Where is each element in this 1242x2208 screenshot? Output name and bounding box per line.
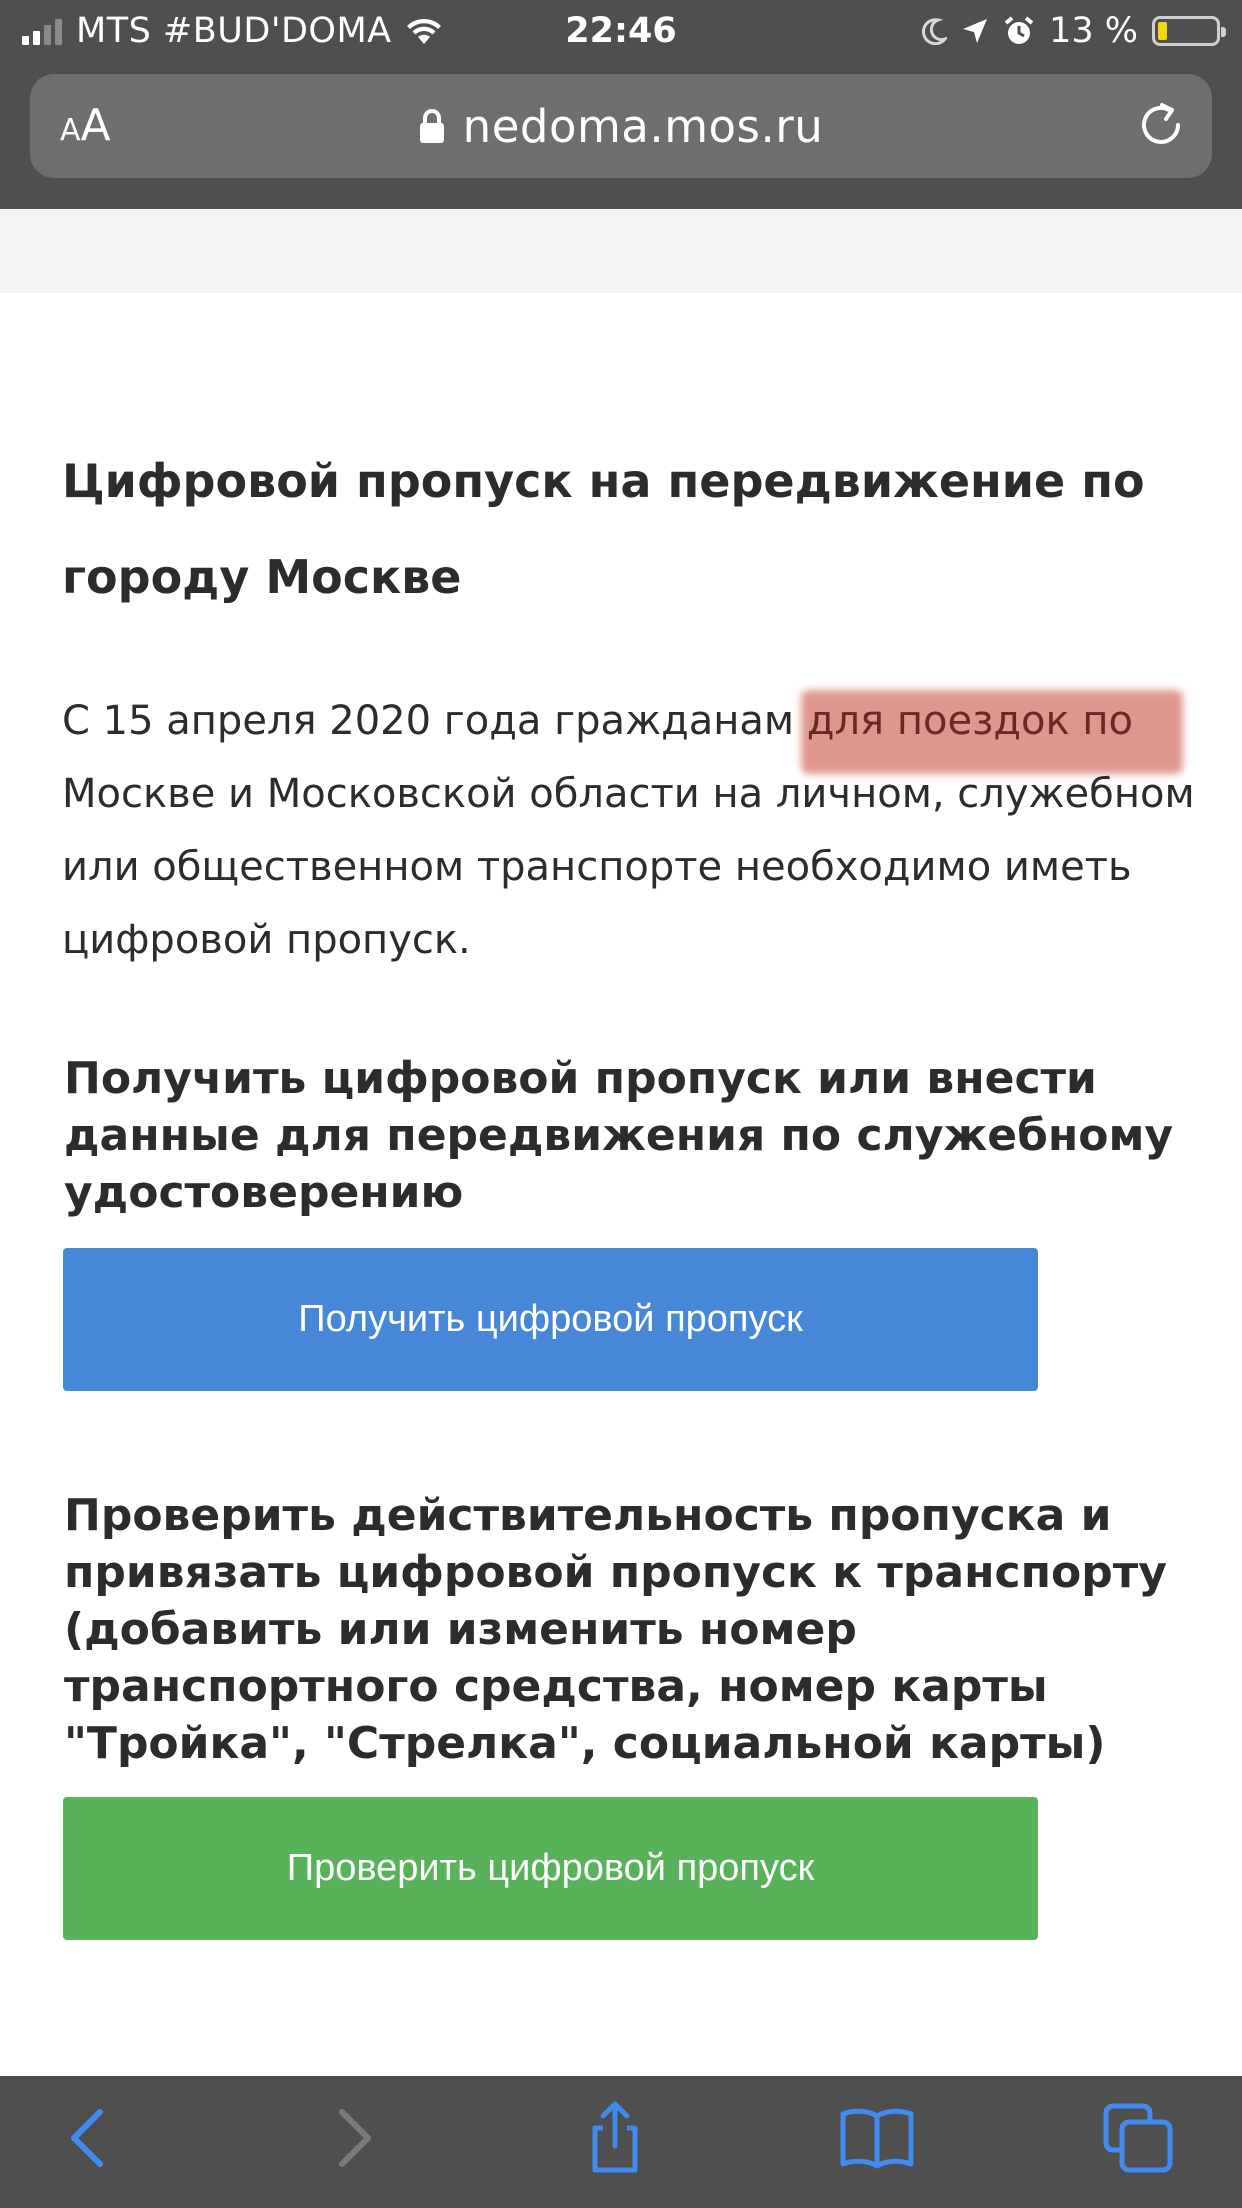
get-pass-button[interactable]: Получить цифровой пропуск [63,1248,1038,1391]
status-bar: MTS #BUD'DOMA 22:46 13 % [0,0,1242,64]
browser-toolbar [0,2076,1242,2208]
forward-icon[interactable] [312,2098,392,2178]
text-size-button[interactable]: AA [60,74,111,178]
check-pass-button[interactable]: Проверить цифровой пропуск [63,1797,1038,1940]
intro-text-start: С 15 апреля 2020 года гражданам [62,698,807,744]
wifi-icon [406,18,441,44]
battery-icon [1152,16,1226,46]
lock-icon [419,109,444,143]
alarm-icon [1004,16,1034,44]
page-title: Цифровой пропуск на передвижение по горо… [62,454,1145,604]
reload-icon[interactable] [1132,96,1190,154]
share-icon[interactable] [575,2098,655,2178]
intro-text-end: Москве и Московской области на личном, с… [62,771,1195,963]
address-bar[interactable]: AA nedoma.mos.ru [30,74,1212,178]
battery-percent: 13 % [1049,11,1138,51]
url-text: nedoma.mos.ru [462,99,824,153]
bookmarks-icon[interactable] [837,2098,917,2178]
moon-icon [922,18,948,45]
check-pass-heading: Проверить действительность пропуска и пр… [64,1490,1167,1769]
get-pass-heading: Получить цифровой пропуск или внести дан… [64,1053,1174,1218]
location-arrow-icon [963,19,988,43]
signal-strength-icon [22,17,62,45]
tabs-icon[interactable] [1098,2098,1178,2178]
browser-chrome: MTS #BUD'DOMA 22:46 13 % AA nedoma.mos.r… [0,0,1242,209]
page-header-band [0,209,1242,293]
back-icon[interactable] [50,2098,130,2178]
intro-paragraph: С 15 апреля 2020 года гражданам для поез… [62,685,1202,977]
carrier-name: MTS #BUD'DOMA [76,11,392,51]
highlighted-text: для поездок по [806,698,1133,744]
